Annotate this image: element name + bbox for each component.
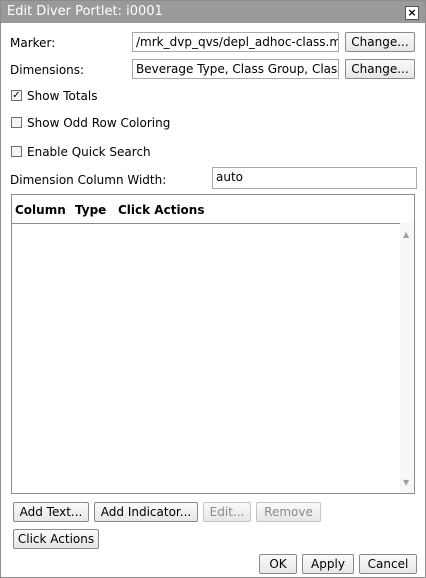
grid-header: Column Type Click Actions <box>12 195 414 224</box>
column-header-click-actions[interactable]: Click Actions <box>118 203 204 217</box>
apply-button[interactable]: Apply <box>302 554 354 574</box>
ok-button[interactable]: OK <box>259 554 297 574</box>
dimensions-field[interactable]: Beverage Type, Class Group, Class <box>132 59 339 79</box>
quick-search-checkbox[interactable] <box>11 146 22 157</box>
click-actions-button[interactable]: Click Actions <box>13 529 99 549</box>
add-indicator-button[interactable]: Add Indicator... <box>94 502 198 522</box>
marker-label: Marker: <box>10 36 56 50</box>
edit-diver-portlet-dialog: Edit Diver Portlet: i0001 × Marker: /mrk… <box>0 0 426 578</box>
title-bar: Edit Diver Portlet: i0001 × <box>1 1 425 23</box>
quick-search-label: Enable Quick Search <box>27 145 151 159</box>
marker-change-button[interactable]: Change... <box>345 32 415 52</box>
column-header-type[interactable]: Type <box>75 203 106 217</box>
dim-col-width-field[interactable]: auto <box>212 167 417 189</box>
column-header-column[interactable]: Column <box>15 203 66 217</box>
check-icon: ✓ <box>12 90 21 101</box>
odd-row-coloring-checkbox[interactable] <box>11 117 22 128</box>
cancel-button[interactable]: Cancel <box>359 554 417 574</box>
dialog-title: Edit Diver Portlet: i0001 <box>7 4 163 19</box>
remove-button[interactable]: Remove <box>256 502 321 522</box>
show-totals-label: Show Totals <box>27 89 98 103</box>
columns-grid: Column Type Click Actions ▲ ▼ <box>11 194 415 494</box>
dim-col-width-label: Dimension Column Width: <box>10 173 167 187</box>
marker-field[interactable]: /mrk_dvp_qvs/depl_adhoc-class.mrk <box>132 32 339 52</box>
edit-button[interactable]: Edit... <box>203 502 251 522</box>
odd-row-coloring-label: Show Odd Row Coloring <box>27 116 171 130</box>
show-totals-checkbox[interactable]: ✓ <box>11 90 22 101</box>
add-text-button[interactable]: Add Text... <box>13 502 89 522</box>
grid-scrollbar[interactable]: ▲ ▼ <box>400 223 414 493</box>
dimensions-change-button[interactable]: Change... <box>345 59 415 79</box>
close-icon[interactable]: × <box>405 6 419 20</box>
dimensions-label: Dimensions: <box>10 63 85 77</box>
scroll-down-arrow-icon[interactable]: ▼ <box>403 478 409 487</box>
scroll-up-arrow-icon[interactable]: ▲ <box>403 230 409 239</box>
